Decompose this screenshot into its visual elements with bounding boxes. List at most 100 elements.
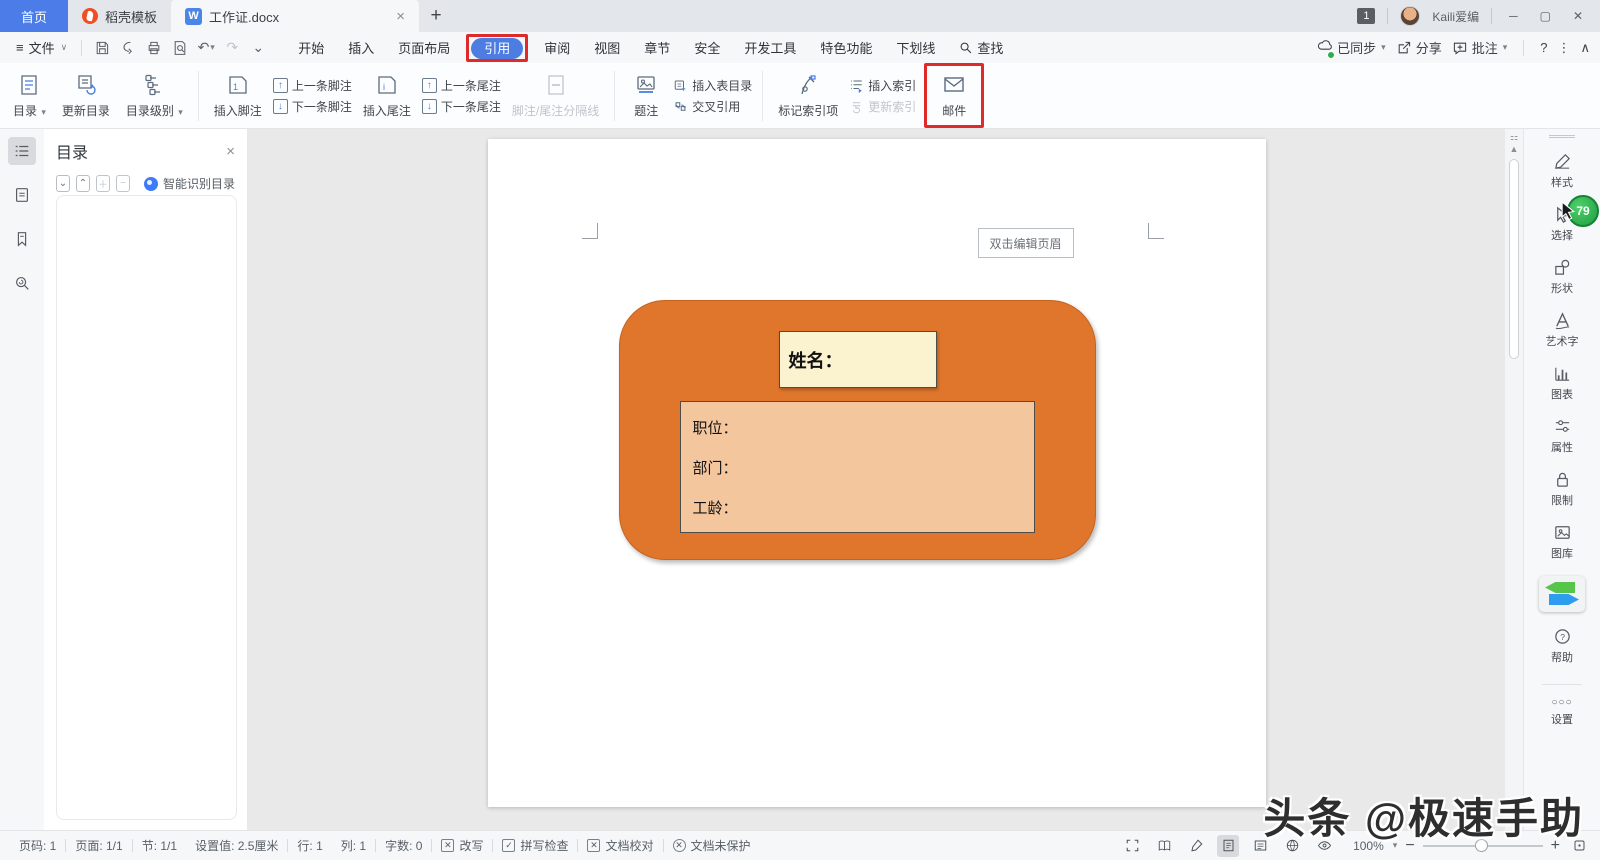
tab-close-icon[interactable]: × bbox=[396, 8, 405, 25]
redo-button[interactable]: ↷ bbox=[220, 36, 244, 60]
menu-tab-underline[interactable]: 下划线 bbox=[884, 34, 947, 61]
find-button[interactable]: 查找 bbox=[949, 38, 1013, 57]
share-button[interactable]: 分享 bbox=[1396, 38, 1442, 57]
restore-button[interactable]: ▢ bbox=[1535, 9, 1556, 23]
user-avatar[interactable] bbox=[1400, 6, 1421, 26]
menu-tab-dev-tools[interactable]: 开发工具 bbox=[732, 34, 808, 61]
insert-endnote-button[interactable]: 插入尾注 bbox=[358, 71, 416, 121]
name-field-box[interactable]: 姓名： bbox=[778, 331, 937, 388]
sidebar-item-select[interactable]: 选择 79 bbox=[1551, 195, 1599, 243]
toc-zoom-in-button[interactable]: ＋ bbox=[96, 175, 110, 192]
info-fields-box[interactable]: 职位： 部门： 工龄： bbox=[679, 401, 1035, 533]
read-mode-button[interactable] bbox=[1153, 835, 1175, 857]
toc-expand-all-button[interactable]: ⌃ bbox=[76, 175, 90, 192]
minimize-button[interactable]: ─ bbox=[1504, 9, 1523, 23]
close-button[interactable]: ✕ bbox=[1568, 9, 1588, 23]
document-page[interactable]: 双击编辑页眉 姓名： 职位： 部门： 工龄： bbox=[487, 139, 1266, 807]
scrollbar-thumb[interactable] bbox=[1509, 159, 1519, 359]
collapse-ribbon-button[interactable]: ∧ bbox=[1580, 40, 1590, 56]
tab-home[interactable]: 首页 bbox=[0, 0, 68, 32]
sidebar-item-styles[interactable]: 样式 bbox=[1551, 152, 1573, 190]
session-count-badge[interactable]: 1 bbox=[1357, 8, 1376, 24]
note-panel-tab[interactable] bbox=[8, 181, 36, 209]
edit-header-hint-button[interactable]: 双击编辑页眉 bbox=[977, 228, 1074, 258]
smart-toc-toggle[interactable]: 智能识别目录 bbox=[144, 175, 235, 192]
next-footnote-button[interactable]: ↓ 下一条脚注 bbox=[272, 98, 352, 115]
caption-button[interactable]: 题注 bbox=[625, 71, 667, 121]
sidebar-collapse-handle[interactable] bbox=[1549, 135, 1575, 138]
next-endnote-button[interactable]: ↓ 下一条尾注 bbox=[421, 98, 501, 115]
vertical-scrollbar[interactable]: ⚏ ▲ ▼ ≛ bbox=[1505, 129, 1523, 830]
tab-docer-templates[interactable]: 稻壳模板 bbox=[68, 0, 171, 32]
menu-tab-special-features[interactable]: 特色功能 bbox=[808, 34, 884, 61]
badge-card-shape[interactable]: 姓名： 职位： 部门： 工龄： bbox=[618, 300, 1096, 560]
menu-tab-references-active[interactable]: 引用 bbox=[471, 37, 524, 59]
print-preview-button[interactable] bbox=[168, 36, 192, 60]
footnote-separator-button[interactable]: 脚注/尾注分隔线 bbox=[507, 71, 604, 121]
menu-tab-security[interactable]: 安全 bbox=[682, 34, 732, 61]
sidebar-item-restrict[interactable]: 限制 bbox=[1551, 470, 1573, 508]
toc-level-button[interactable]: 目录级别 ▾ bbox=[121, 71, 188, 121]
overwrite-toggle[interactable]: ✕ 改写 bbox=[432, 837, 492, 854]
tab-document[interactable]: W 工作证.docx × bbox=[171, 0, 420, 32]
toc-panel-tab[interactable] bbox=[8, 137, 36, 165]
insert-table-of-figures-button[interactable]: 插入表目录 bbox=[673, 77, 752, 94]
status-word-count[interactable]: 字数: 0 bbox=[376, 837, 431, 854]
mail-merge-button[interactable]: 邮件 bbox=[933, 71, 975, 121]
menu-tab-home[interactable]: 开始 bbox=[286, 34, 336, 61]
help-button[interactable]: ? bbox=[1540, 40, 1547, 55]
comment-button[interactable]: 批注 ▾ bbox=[1452, 38, 1508, 57]
find-replace-panel-tab[interactable] bbox=[8, 269, 36, 297]
toc-button[interactable]: 目录 ▾ bbox=[8, 71, 51, 121]
toc-collapse-all-button[interactable]: ⌄ bbox=[56, 175, 70, 192]
sidebar-item-shapes[interactable]: 形状 bbox=[1551, 258, 1573, 296]
customize-toolbar-button[interactable]: ⌄ bbox=[246, 36, 270, 60]
update-index-button[interactable]: 更新索引 bbox=[849, 98, 916, 115]
menu-tab-view[interactable]: 视图 bbox=[582, 34, 632, 61]
prev-endnote-button[interactable]: ↑ 上一条尾注 bbox=[421, 77, 501, 94]
sidebar-item-gallery[interactable]: 图库 bbox=[1551, 523, 1573, 561]
spellcheck-toggle[interactable]: ✓ 拼写检查 bbox=[493, 837, 577, 854]
bookmark-panel-tab[interactable] bbox=[8, 225, 36, 253]
sidebar-item-chart[interactable]: 图表 bbox=[1551, 364, 1573, 402]
undo-button[interactable]: ↶ ▾ bbox=[194, 36, 218, 60]
sidebar-item-help[interactable]: 帮助 bbox=[1551, 627, 1573, 665]
new-tab-button[interactable]: + bbox=[419, 0, 453, 32]
file-menu-button[interactable]: ≡ 文件 ∨ bbox=[10, 38, 73, 57]
toc-close-icon[interactable]: × bbox=[226, 143, 235, 160]
insert-footnote-button[interactable]: 插入脚注 bbox=[209, 71, 267, 121]
toc-zoom-out-button[interactable]: − bbox=[116, 175, 130, 192]
sidebar-item-settings[interactable]: ○○○ 设置 bbox=[1551, 697, 1573, 727]
toc-panel-controls: ⌄ ⌃ ＋ − 智能识别目录 bbox=[56, 175, 235, 192]
menu-tab-section[interactable]: 章节 bbox=[632, 34, 682, 61]
print-button[interactable] bbox=[142, 36, 166, 60]
sidebar-item-properties[interactable]: 属性 bbox=[1551, 417, 1573, 455]
write-mode-button[interactable] bbox=[1185, 835, 1207, 857]
mark-index-entry-button[interactable]: 标记索引项 bbox=[773, 71, 843, 121]
prev-footnote-button[interactable]: ↑ 上一条脚注 bbox=[272, 77, 352, 94]
fullscreen-view-button[interactable] bbox=[1121, 835, 1143, 857]
cross-reference-button[interactable]: 交叉引用 bbox=[673, 98, 752, 115]
export-button[interactable] bbox=[116, 36, 140, 60]
ruler-toggle-icon[interactable]: ⚏ bbox=[1510, 131, 1518, 143]
proofread-toggle[interactable]: ✕ 文档校对 bbox=[578, 837, 662, 854]
insert-index-button[interactable]: 插入索引 bbox=[849, 77, 916, 94]
update-toc-button[interactable]: 更新目录 bbox=[57, 71, 115, 121]
menu-tab-page-layout[interactable]: 页面布局 bbox=[386, 34, 462, 61]
x-box-icon: ✕ bbox=[587, 839, 601, 852]
arrow-down-icon: ↓ bbox=[421, 98, 437, 114]
scroll-up-arrow-icon[interactable]: ▲ bbox=[1510, 143, 1519, 155]
sync-status-button[interactable]: 已同步 ▾ bbox=[1317, 38, 1386, 59]
protection-status[interactable]: ✕ 文档未保护 bbox=[664, 837, 760, 854]
save-button[interactable] bbox=[90, 36, 114, 60]
chevron-down-icon: ▾ bbox=[1502, 42, 1508, 52]
menu-tab-review[interactable]: 审阅 bbox=[532, 34, 582, 61]
chevron-down-icon[interactable]: ▾ bbox=[210, 42, 215, 53]
menu-tab-insert[interactable]: 插入 bbox=[336, 34, 386, 61]
more-options-button[interactable]: ⋮ bbox=[1557, 40, 1570, 56]
margin-mark-left bbox=[581, 223, 598, 239]
sidebar-item-wordart[interactable]: 艺术字 bbox=[1546, 311, 1579, 349]
footnote-nav-stack: ↑ 上一条脚注 ↓ 下一条脚注 bbox=[272, 77, 352, 115]
overlay-app-icon[interactable] bbox=[1539, 576, 1585, 612]
page-view-button[interactable] bbox=[1217, 834, 1240, 857]
